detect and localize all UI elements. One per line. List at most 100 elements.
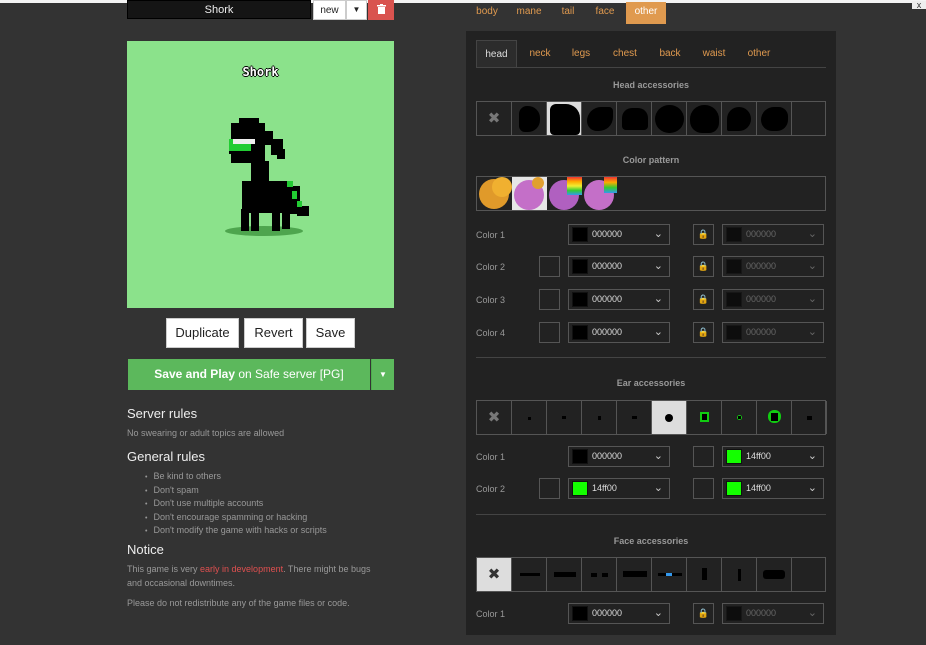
color-3-checkbox[interactable] xyxy=(539,289,560,310)
subtab-neck[interactable]: neck xyxy=(524,40,556,67)
pattern-option[interactable] xyxy=(477,177,512,210)
subtab-chest[interactable]: chest xyxy=(607,40,643,67)
save-and-play-button[interactable]: Save and Play on Safe server [PG] xyxy=(128,359,370,390)
ear-color-2-secondary-checkbox[interactable] xyxy=(693,478,714,499)
head-accessory-option[interactable] xyxy=(687,102,722,135)
color-value: 000000 xyxy=(746,294,777,304)
head-accessory-option[interactable] xyxy=(652,102,687,135)
subtab-waist[interactable]: waist xyxy=(697,40,731,67)
tab-body[interactable]: body xyxy=(475,2,499,24)
notice-text: This game is very early in development. … xyxy=(127,563,370,590)
face-accessory-option[interactable] xyxy=(582,558,617,591)
close-icon[interactable]: x xyxy=(912,1,926,10)
head-color-3-label: Color 3 xyxy=(476,295,506,305)
face-accessory-option[interactable] xyxy=(687,558,722,591)
face-accessory-option[interactable] xyxy=(757,558,792,591)
head-accessory-option[interactable] xyxy=(547,102,582,135)
ear-color-1-secondary-picker[interactable]: 14ff00 ⌄ xyxy=(722,446,824,467)
head-color-4-outline-picker[interactable]: 000000 ⌄ xyxy=(722,322,824,343)
ear-color-1-picker[interactable]: 000000 ⌄ xyxy=(568,446,670,467)
none-option-icon[interactable]: ✖ xyxy=(477,401,512,434)
lock-icon[interactable]: 🔒 xyxy=(693,603,714,624)
head-color-1-picker[interactable]: 000000 ⌄ xyxy=(568,224,670,245)
ear-color-2-picker[interactable]: 14ff00 ⌄ xyxy=(568,478,670,499)
face-color-1-label: Color 1 xyxy=(476,609,506,619)
tab-other[interactable]: other xyxy=(626,2,666,24)
head-accessory-option[interactable] xyxy=(582,102,617,135)
new-pony-button[interactable]: new xyxy=(313,0,346,20)
color-value: 000000 xyxy=(592,229,623,239)
list-item: Be kind to others xyxy=(145,470,327,484)
head-color-3-outline-picker[interactable]: 000000 ⌄ xyxy=(722,289,824,310)
pattern-option[interactable] xyxy=(512,177,547,210)
ear-accessory-option-selected[interactable] xyxy=(652,401,687,434)
ear-accessory-option[interactable] xyxy=(757,401,792,434)
chevron-down-icon: ⌄ xyxy=(807,326,817,338)
chevron-down-icon: ⌄ xyxy=(653,228,663,240)
revert-button[interactable]: Revert xyxy=(244,318,303,348)
pattern-option[interactable] xyxy=(582,177,617,210)
ear-accessory-option[interactable] xyxy=(547,401,582,434)
face-accessory-option[interactable] xyxy=(617,558,652,591)
chevron-down-icon: ⌄ xyxy=(807,607,817,619)
face-accessory-option[interactable] xyxy=(547,558,582,591)
head-accessory-option[interactable] xyxy=(512,102,547,135)
lock-icon[interactable]: 🔒 xyxy=(693,256,714,277)
face-accessories-title: Face accessories xyxy=(613,536,689,546)
tab-mane[interactable]: mane xyxy=(512,2,546,24)
color-value: 000000 xyxy=(746,229,777,239)
face-color-1-picker[interactable]: 000000 ⌄ xyxy=(568,603,670,624)
head-color-1-outline-picker[interactable]: 000000 ⌄ xyxy=(722,224,824,245)
server-name-label: on Safe server [PG] xyxy=(235,367,344,381)
lock-icon[interactable]: 🔒 xyxy=(693,322,714,343)
ear-color-2-secondary-picker[interactable]: 14ff00 ⌄ xyxy=(722,478,824,499)
head-color-2-picker[interactable]: 000000 ⌄ xyxy=(568,256,670,277)
color-value: 000000 xyxy=(592,261,623,271)
server-select-dropdown[interactable]: ▼ xyxy=(371,359,394,390)
duplicate-button[interactable]: Duplicate xyxy=(166,318,239,348)
color-2-checkbox[interactable] xyxy=(539,256,560,277)
ear-color-1-checkbox[interactable] xyxy=(693,446,714,467)
head-color-3-picker[interactable]: 000000 ⌄ xyxy=(568,289,670,310)
ear-accessory-option[interactable] xyxy=(512,401,547,434)
head-accessory-option[interactable] xyxy=(757,102,792,135)
tab-face[interactable]: face xyxy=(590,2,620,24)
tab-tail[interactable]: tail xyxy=(557,2,579,24)
head-accessory-option[interactable] xyxy=(617,102,652,135)
head-color-4-picker[interactable]: 000000 ⌄ xyxy=(568,322,670,343)
subtab-head[interactable]: head xyxy=(476,40,517,67)
save-button[interactable]: Save xyxy=(306,318,355,348)
ear-accessories-title: Ear accessories xyxy=(616,378,686,388)
ear-accessory-option[interactable] xyxy=(582,401,617,434)
chevron-down-icon: ⌄ xyxy=(653,450,663,462)
head-accessory-option[interactable] xyxy=(722,102,757,135)
subtab-back[interactable]: back xyxy=(654,40,686,67)
pattern-option[interactable] xyxy=(547,177,582,210)
lock-icon[interactable]: 🔒 xyxy=(693,224,714,245)
ear-accessory-option[interactable] xyxy=(617,401,652,434)
ear-color-2-checkbox[interactable] xyxy=(539,478,560,499)
face-accessory-option[interactable] xyxy=(722,558,757,591)
ear-accessory-option[interactable] xyxy=(792,401,827,434)
lock-icon[interactable]: 🔒 xyxy=(693,289,714,310)
face-color-1-outline-picker[interactable]: 000000 ⌄ xyxy=(722,603,824,624)
pony-name-input[interactable]: Shork xyxy=(127,0,311,19)
early-development-link[interactable]: early in development xyxy=(200,564,283,574)
head-accessories-title: Head accessories xyxy=(612,80,690,90)
face-accessory-option[interactable] xyxy=(652,558,687,591)
ear-accessory-option[interactable] xyxy=(722,401,757,434)
none-option-icon-selected[interactable]: ✖ xyxy=(477,558,512,591)
face-accessory-option[interactable] xyxy=(512,558,547,591)
ear-accessory-option[interactable] xyxy=(687,401,722,434)
pony-list-dropdown-button[interactable]: ▼ xyxy=(346,0,367,20)
head-color-2-outline-picker[interactable]: 000000 ⌄ xyxy=(722,256,824,277)
color-4-checkbox[interactable] xyxy=(539,322,560,343)
notice-heading: Notice xyxy=(127,542,164,557)
delete-pony-button[interactable] xyxy=(368,0,394,20)
subtab-other[interactable]: other xyxy=(743,40,775,67)
general-rules-heading: General rules xyxy=(127,449,206,464)
trash-icon xyxy=(376,4,386,14)
list-item: Don't spam xyxy=(145,484,327,498)
subtab-legs[interactable]: legs xyxy=(568,40,594,67)
none-option-icon[interactable]: ✖ xyxy=(477,102,512,135)
